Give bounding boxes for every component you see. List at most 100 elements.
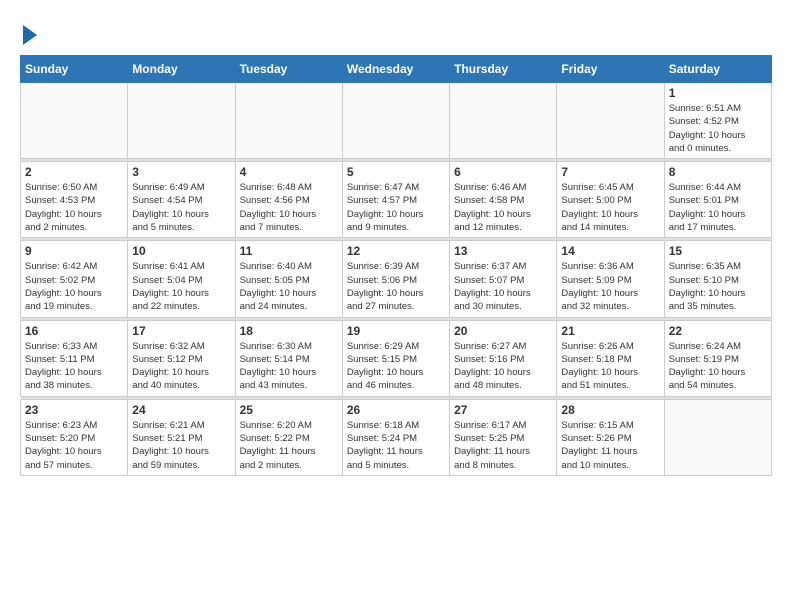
calendar-cell — [235, 83, 342, 159]
calendar-cell: 9Sunrise: 6:42 AM Sunset: 5:02 PM Daylig… — [21, 241, 128, 317]
calendar-cell: 12Sunrise: 6:39 AM Sunset: 5:06 PM Dayli… — [342, 241, 449, 317]
weekday-header-tuesday: Tuesday — [235, 56, 342, 83]
calendar-cell: 19 Sunrise: 6:29 AM Sunset: 5:15 PM Dayli… — [342, 320, 449, 396]
day-number: 25 — [240, 403, 338, 417]
day-info: Sunrise: 6:30 AM Sunset: 5:14 PM Dayligh… — [240, 340, 338, 393]
calendar-cell: 10 Sunrise: 6:41 AM Sunset: 5:04 PM Dayli… — [128, 241, 235, 317]
calendar-cell: 5 Sunrise: 6:47 AM Sunset: 4:57 PM Daylig… — [342, 162, 449, 238]
day-info: Sunrise: 6:51 AM Sunset: 4:52 PM Dayligh… — [669, 102, 767, 155]
day-info: Sunrise: 6:36 AM Sunset: 5:09 PM Dayligh… — [561, 260, 659, 313]
weekday-header-saturday: Saturday — [664, 56, 771, 83]
calendar-cell: 26 Sunrise: 6:18 AM Sunset: 5:24 PM Dayli… — [342, 399, 449, 475]
day-info: Sunrise: 6:29 AM Sunset: 5:15 PM Dayligh… — [347, 340, 445, 393]
day-info: Sunrise: 6:35 AM Sunset: 5:10 PM Dayligh… — [669, 260, 767, 313]
calendar-cell: 7 Sunrise: 6:45 AM Sunset: 5:00 PM Daylig… — [557, 162, 664, 238]
weekday-header-thursday: Thursday — [450, 56, 557, 83]
day-info: Sunrise: 6:26 AM Sunset: 5:18 PM Dayligh… — [561, 340, 659, 393]
day-number: 8 — [669, 165, 767, 179]
day-number: 5 — [347, 165, 445, 179]
calendar-week-2: 2 Sunrise: 6:50 AM Sunset: 4:53 PM Daylig… — [21, 162, 772, 238]
calendar-cell — [664, 399, 771, 475]
day-number: 11 — [240, 244, 338, 258]
day-number: 2 — [25, 165, 123, 179]
day-number: 22 — [669, 324, 767, 338]
calendar-cell: 17 Sunrise: 6:32 AM Sunset: 5:12 PM Dayli… — [128, 320, 235, 396]
calendar-week-3: 9Sunrise: 6:42 AM Sunset: 5:02 PM Daylig… — [21, 241, 772, 317]
day-number: 3 — [132, 165, 230, 179]
calendar-cell: 14 Sunrise: 6:36 AM Sunset: 5:09 PM Dayli… — [557, 241, 664, 317]
calendar-cell: 13 Sunrise: 6:37 AM Sunset: 5:07 PM Dayli… — [450, 241, 557, 317]
calendar-cell: 23 Sunrise: 6:23 AM Sunset: 5:20 PM Dayli… — [21, 399, 128, 475]
calendar-cell — [557, 83, 664, 159]
day-info: Sunrise: 6:39 AM Sunset: 5:06 PM Dayligh… — [347, 260, 445, 313]
calendar-cell — [450, 83, 557, 159]
logo-arrow-icon — [23, 25, 37, 45]
calendar-cell: 8 Sunrise: 6:44 AM Sunset: 5:01 PM Daylig… — [664, 162, 771, 238]
day-info: Sunrise: 6:45 AM Sunset: 5:00 PM Dayligh… — [561, 181, 659, 234]
day-number: 27 — [454, 403, 552, 417]
day-info: Sunrise: 6:49 AM Sunset: 4:54 PM Dayligh… — [132, 181, 230, 234]
day-number: 26 — [347, 403, 445, 417]
calendar-cell: 11 Sunrise: 6:40 AM Sunset: 5:05 PM Dayli… — [235, 241, 342, 317]
day-number: 16 — [25, 324, 123, 338]
calendar-cell: 2 Sunrise: 6:50 AM Sunset: 4:53 PM Daylig… — [21, 162, 128, 238]
calendar-cell: 24 Sunrise: 6:21 AM Sunset: 5:21 PM Dayli… — [128, 399, 235, 475]
day-info: Sunrise: 6:44 AM Sunset: 5:01 PM Dayligh… — [669, 181, 767, 234]
calendar-cell — [128, 83, 235, 159]
calendar-cell: 18 Sunrise: 6:30 AM Sunset: 5:14 PM Dayli… — [235, 320, 342, 396]
day-info: Sunrise: 6:20 AM Sunset: 5:22 PM Dayligh… — [240, 419, 338, 472]
day-number: 4 — [240, 165, 338, 179]
calendar-cell: 25 Sunrise: 6:20 AM Sunset: 5:22 PM Dayli… — [235, 399, 342, 475]
calendar-cell: 15 Sunrise: 6:35 AM Sunset: 5:10 PM Dayli… — [664, 241, 771, 317]
calendar-cell: 27 Sunrise: 6:17 AM Sunset: 5:25 PM Dayli… — [450, 399, 557, 475]
day-info: Sunrise: 6:32 AM Sunset: 5:12 PM Dayligh… — [132, 340, 230, 393]
day-number: 6 — [454, 165, 552, 179]
calendar-cell — [342, 83, 449, 159]
calendar-cell: 28 Sunrise: 6:15 AM Sunset: 5:26 PM Dayli… — [557, 399, 664, 475]
day-number: 7 — [561, 165, 659, 179]
day-number: 1 — [669, 86, 767, 100]
day-number: 14 — [561, 244, 659, 258]
calendar-cell: 16 Sunrise: 6:33 AM Sunset: 5:11 PM Dayli… — [21, 320, 128, 396]
calendar-header-row: SundayMondayTuesdayWednesdayThursdayFrid… — [21, 56, 772, 83]
day-info: Sunrise: 6:37 AM Sunset: 5:07 PM Dayligh… — [454, 260, 552, 313]
weekday-header-monday: Monday — [128, 56, 235, 83]
calendar-cell — [21, 83, 128, 159]
day-info: Sunrise: 6:46 AM Sunset: 4:58 PM Dayligh… — [454, 181, 552, 234]
calendar-cell: 4 Sunrise: 6:48 AM Sunset: 4:56 PM Daylig… — [235, 162, 342, 238]
day-number: 21 — [561, 324, 659, 338]
day-info: Sunrise: 6:40 AM Sunset: 5:05 PM Dayligh… — [240, 260, 338, 313]
weekday-header-friday: Friday — [557, 56, 664, 83]
day-info: Sunrise: 6:47 AM Sunset: 4:57 PM Dayligh… — [347, 181, 445, 234]
day-info: Sunrise: 6:48 AM Sunset: 4:56 PM Dayligh… — [240, 181, 338, 234]
day-number: 23 — [25, 403, 123, 417]
day-number: 15 — [669, 244, 767, 258]
day-number: 24 — [132, 403, 230, 417]
calendar-week-4: 16 Sunrise: 6:33 AM Sunset: 5:11 PM Dayli… — [21, 320, 772, 396]
day-info: Sunrise: 6:33 AM Sunset: 5:11 PM Dayligh… — [25, 340, 123, 393]
calendar-week-1: 1 Sunrise: 6:51 AM Sunset: 4:52 PM Daylig… — [21, 83, 772, 159]
day-number: 17 — [132, 324, 230, 338]
day-info: Sunrise: 6:18 AM Sunset: 5:24 PM Dayligh… — [347, 419, 445, 472]
day-info: Sunrise: 6:15 AM Sunset: 5:26 PM Dayligh… — [561, 419, 659, 472]
calendar-cell: 21 Sunrise: 6:26 AM Sunset: 5:18 PM Dayli… — [557, 320, 664, 396]
calendar-cell: 6 Sunrise: 6:46 AM Sunset: 4:58 PM Daylig… — [450, 162, 557, 238]
day-number: 13 — [454, 244, 552, 258]
day-number: 19 — [347, 324, 445, 338]
calendar-cell: 3 Sunrise: 6:49 AM Sunset: 4:54 PM Daylig… — [128, 162, 235, 238]
day-number: 20 — [454, 324, 552, 338]
day-number: 10 — [132, 244, 230, 258]
day-info: Sunrise: 6:42 AM Sunset: 5:02 PM Dayligh… — [25, 260, 123, 313]
weekday-header-wednesday: Wednesday — [342, 56, 449, 83]
calendar-week-5: 23 Sunrise: 6:23 AM Sunset: 5:20 PM Dayli… — [21, 399, 772, 475]
day-info: Sunrise: 6:41 AM Sunset: 5:04 PM Dayligh… — [132, 260, 230, 313]
day-number: 18 — [240, 324, 338, 338]
day-info: Sunrise: 6:17 AM Sunset: 5:25 PM Dayligh… — [454, 419, 552, 472]
calendar-cell: 20Sunrise: 6:27 AM Sunset: 5:16 PM Dayli… — [450, 320, 557, 396]
calendar-table: SundayMondayTuesdayWednesdayThursdayFrid… — [20, 55, 772, 476]
day-number: 28 — [561, 403, 659, 417]
logo — [20, 20, 37, 45]
day-info: Sunrise: 6:23 AM Sunset: 5:20 PM Dayligh… — [25, 419, 123, 472]
day-info: Sunrise: 6:21 AM Sunset: 5:21 PM Dayligh… — [132, 419, 230, 472]
day-info: Sunrise: 6:50 AM Sunset: 4:53 PM Dayligh… — [25, 181, 123, 234]
